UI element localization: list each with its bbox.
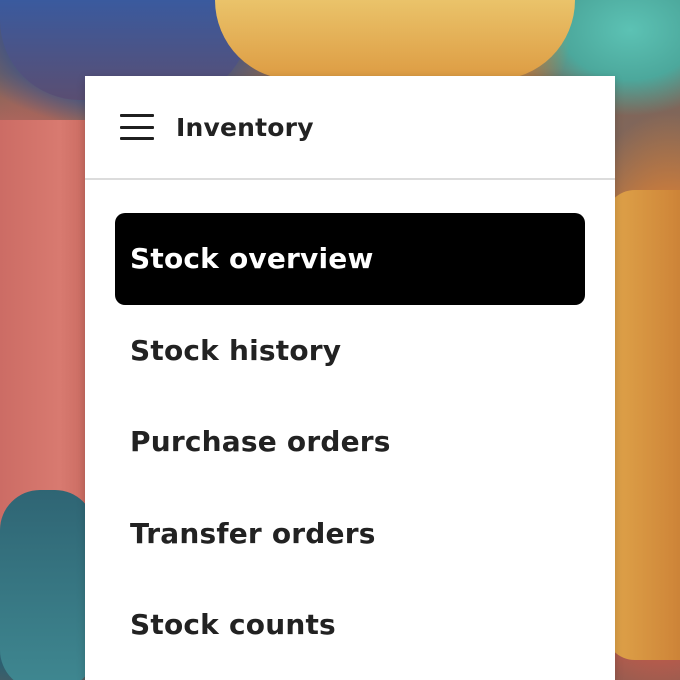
drawer-title: Inventory <box>176 112 314 142</box>
nav-list: Stock overview Stock history Purchase or… <box>115 213 585 671</box>
nav-item-stock-overview[interactable]: Stock overview <box>115 213 585 305</box>
nav-item-stock-counts[interactable]: Stock counts <box>115 579 585 671</box>
nav-item-purchase-orders[interactable]: Purchase orders <box>115 396 585 488</box>
background-cup <box>605 190 680 660</box>
navigation-drawer: Inventory Stock overview Stock history P… <box>85 76 615 680</box>
nav-item-transfer-orders[interactable]: Transfer orders <box>115 488 585 580</box>
background-cup <box>215 0 575 80</box>
nav-item-stock-history[interactable]: Stock history <box>115 305 585 397</box>
hamburger-menu-icon[interactable] <box>120 114 156 140</box>
menu-icon-bar <box>120 137 154 140</box>
menu-icon-bar <box>120 114 154 117</box>
menu-icon-bar <box>120 125 154 129</box>
drawer-header: Inventory <box>85 76 615 180</box>
background-cup <box>0 490 95 680</box>
